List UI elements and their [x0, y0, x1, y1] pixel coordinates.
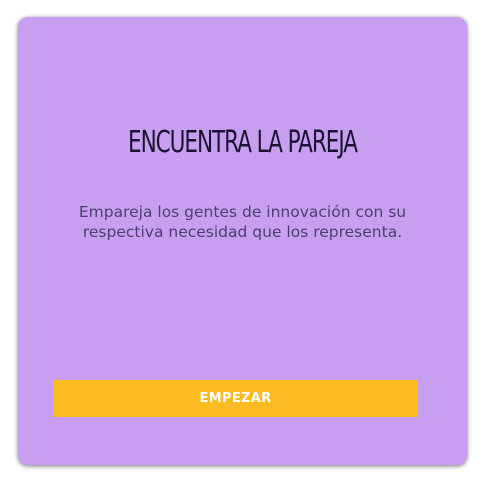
game-title: ENCUENTRA LA PAREJA [128, 125, 358, 160]
start-button[interactable]: EMPEZAR [53, 380, 418, 417]
game-description: Empareja los gentes de innovación con su… [78, 203, 407, 241]
game-card: ENCUENTRA LA PAREJA Empareja los gentes … [18, 17, 467, 465]
